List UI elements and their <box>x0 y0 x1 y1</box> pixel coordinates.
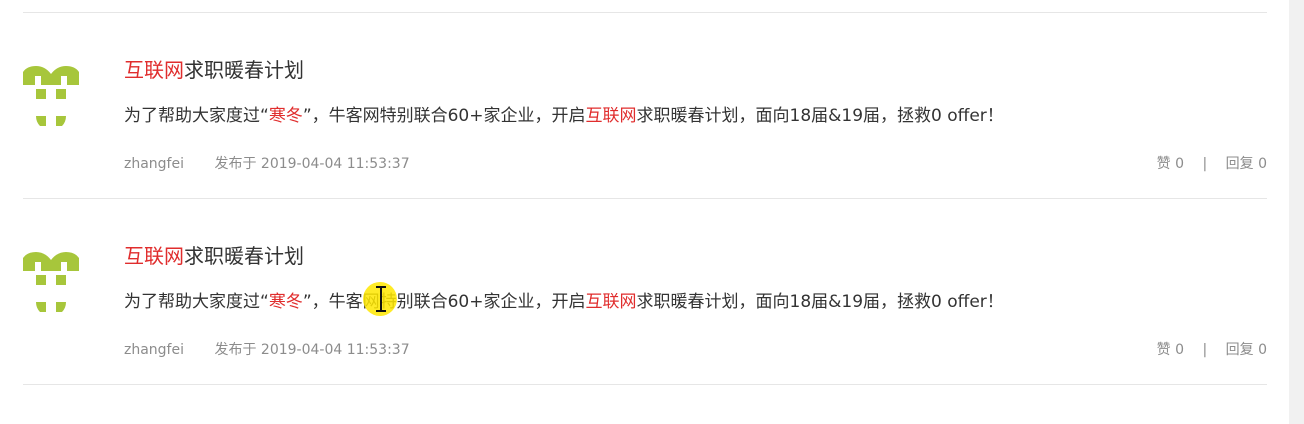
like-label: 赞 <box>1156 156 1171 172</box>
like-count: 0 <box>1175 342 1184 358</box>
stats-separator: | <box>1202 156 1208 172</box>
list-item[interactable]: 互联网求职暖春计划 为了帮助大家度过“寒冬”，牛客网特别联合60+家企业，开启互… <box>23 13 1267 198</box>
posted-time: 2019-04-04 11:53:37 <box>260 342 410 358</box>
post-title[interactable]: 互联网求职暖春计划 <box>124 57 304 83</box>
niuke-logo-icon[interactable] <box>23 56 79 126</box>
reply-label: 回复 <box>1225 342 1254 358</box>
like-count: 0 <box>1175 156 1184 172</box>
posted-time: 2019-04-04 11:53:37 <box>260 156 410 172</box>
title-text[interactable]: 求职暖春计划 <box>184 244 304 268</box>
list-item[interactable]: 互联网求职暖春计划 为了帮助大家度过“寒冬”，牛客网特别联合60+家企业，开启互… <box>23 199 1267 384</box>
like-button[interactable]: 赞 0 <box>1157 342 1184 358</box>
post-title[interactable]: 互联网求职暖春计划 <box>124 243 304 269</box>
excerpt-text: ”，牛客网特别联合60+家企业，开启 <box>302 106 586 126</box>
title-keyword[interactable]: 互联网 <box>124 58 184 82</box>
like-button[interactable]: 赞 0 <box>1157 156 1184 172</box>
post-stats: 赞 0 | 回复 0 <box>1157 155 1267 173</box>
reply-count: 0 <box>1258 156 1267 172</box>
niuke-logo-icon[interactable] <box>23 242 79 312</box>
author-name[interactable]: zhangfei <box>124 342 184 358</box>
post-excerpt: 为了帮助大家度过“寒冬”，牛客网特别联合60+家企业，开启互联网求职暖春计划，面… <box>124 290 1004 314</box>
excerpt-text: 求职暖春计划，面向18届&19届，拯救0 offer！ <box>636 292 1004 312</box>
posted-label: 发布于 <box>214 342 257 358</box>
author-name[interactable]: zhangfei <box>124 156 184 172</box>
posted-label: 发布于 <box>214 156 257 172</box>
reply-button[interactable]: 回复 0 <box>1226 342 1267 358</box>
excerpt-keyword: 寒冬 <box>268 292 303 312</box>
stats-separator: | <box>1202 342 1208 358</box>
text-cursor-icon <box>376 286 386 312</box>
reply-count: 0 <box>1258 342 1267 358</box>
excerpt-text: 求职暖春计划，面向18届&19届，拯救0 offer！ <box>636 106 1004 126</box>
excerpt-text: 为了帮助大家度过“ <box>124 106 269 126</box>
post-excerpt: 为了帮助大家度过“寒冬”，牛客网特别联合60+家企业，开启互联网求职暖春计划，面… <box>124 104 1004 128</box>
title-keyword[interactable]: 互联网 <box>124 244 184 268</box>
scrollbar-track[interactable] <box>1289 0 1304 424</box>
post-stats: 赞 0 | 回复 0 <box>1157 341 1267 359</box>
post-list: 互联网求职暖春计划 为了帮助大家度过“寒冬”，牛客网特别联合60+家企业，开启互… <box>23 12 1267 385</box>
like-label: 赞 <box>1156 342 1171 358</box>
excerpt-keyword: 互联网 <box>585 106 637 126</box>
reply-label: 回复 <box>1225 156 1254 172</box>
excerpt-text: 为了帮助大家度过“ <box>124 292 269 312</box>
post-meta: zhangfei 发布于 2019-04-04 11:53:37 <box>124 341 410 359</box>
excerpt-keyword: 互联网 <box>585 292 637 312</box>
excerpt-text: ”，牛客网特别联合60+家企业，开启 <box>302 292 586 312</box>
post-meta: zhangfei 发布于 2019-04-04 11:53:37 <box>124 155 410 173</box>
title-text[interactable]: 求职暖春计划 <box>184 58 304 82</box>
reply-button[interactable]: 回复 0 <box>1226 156 1267 172</box>
excerpt-keyword: 寒冬 <box>268 106 303 126</box>
divider <box>23 384 1267 385</box>
